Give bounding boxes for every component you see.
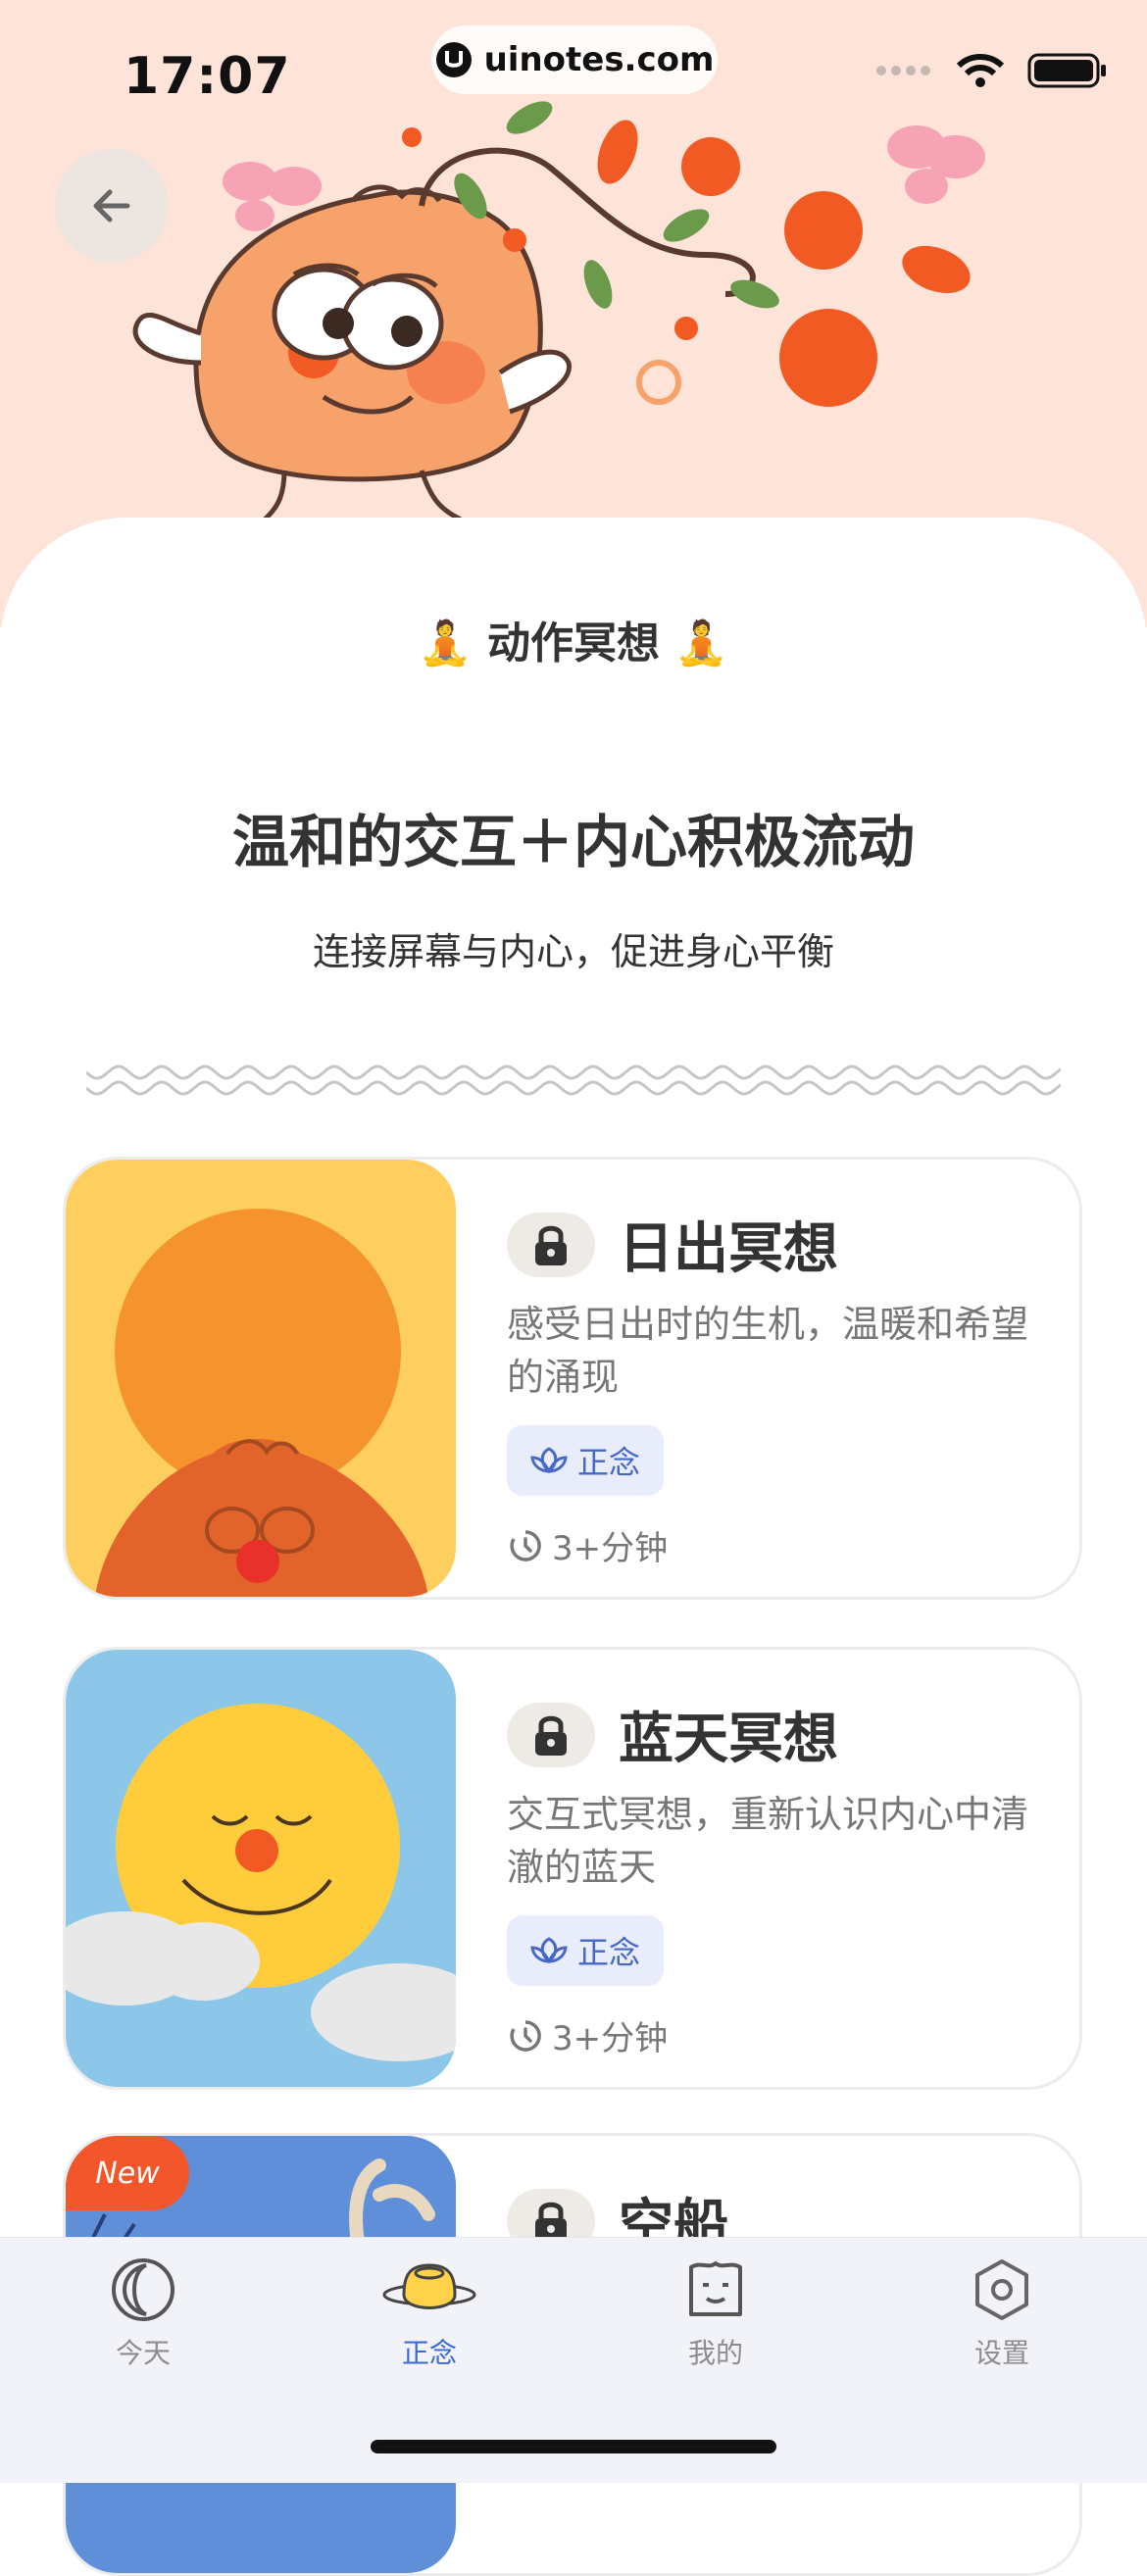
back-button[interactable]: [55, 149, 169, 263]
intro-headline: 温和的交互＋内心积极流动: [231, 809, 915, 875]
tab-settings[interactable]: 设置: [894, 2255, 1110, 2371]
tab-today[interactable]: 今天: [35, 2255, 251, 2371]
tab-label: 正念: [401, 2337, 457, 2369]
tab-label: 设置: [973, 2337, 1029, 2369]
wavy-divider: [86, 1065, 1061, 1096]
gear-icon: [975, 2259, 1028, 2320]
card-body: 日出冥想 感受日出时的生机，温暖和希望的涌现 正念 3+分钟: [507, 1205, 1056, 1569]
tag-label: 正念: [577, 1444, 641, 1481]
card-title: 蓝天冥想: [619, 1708, 838, 1771]
timer-icon: [510, 1529, 541, 1561]
home-indicator: [371, 2440, 776, 2453]
intro-subheadline: 连接屏幕与内心，促进身心平衡: [312, 930, 834, 973]
meditation-card-sunrise[interactable]: 日出冥想 感受日出时的生机，温暖和希望的涌现 正念 3+分钟: [63, 1157, 1082, 1600]
card-description: 交互式冥想，重新认识内心中清澈的蓝天: [507, 1793, 1029, 1889]
duration-label: 3+分钟: [552, 1529, 669, 1568]
lotus-icon: [530, 1447, 568, 1474]
bun-icon: [382, 2263, 476, 2309]
card-title: 日出冥想: [619, 1217, 838, 1281]
tab-label: 今天: [115, 2337, 171, 2369]
lock-icon: [535, 1225, 567, 1265]
duration: 3+分钟: [507, 1521, 1056, 1569]
lock-icon: [535, 1715, 567, 1756]
lock-badge: [507, 1212, 595, 1277]
lotus-icon: [530, 1937, 568, 1964]
site-logo-icon: [435, 42, 472, 77]
url-text: uinotes.com: [483, 40, 715, 79]
arrow-left-icon: [93, 189, 130, 223]
new-badge: New: [66, 2136, 189, 2210]
moon-circle-icon: [112, 2258, 175, 2321]
lock-badge: [507, 1702, 595, 1767]
cellular-signal-icon: [876, 66, 930, 75]
status-bar: 17:07 uinotes.com: [0, 0, 1147, 147]
bluesky-thumbnail: [66, 1650, 456, 2087]
meditation-card-bluesky[interactable]: 蓝天冥想 交互式冥想，重新认识内心中清澈的蓝天 正念 3+分钟: [63, 1647, 1082, 2090]
duration-label: 3+分钟: [552, 2019, 669, 2058]
tab-mine[interactable]: 我的: [608, 2255, 823, 2371]
wifi-icon: [956, 54, 1005, 87]
tab-label: 我的: [687, 2337, 743, 2369]
tag-label: 正念: [577, 1934, 641, 1971]
timer-icon: [510, 2019, 541, 2052]
tab-mindfulness[interactable]: 正念: [322, 2255, 537, 2371]
duration: 3+分钟: [507, 2011, 1056, 2059]
card-body: 蓝天冥想 交互式冥想，重新认识内心中清澈的蓝天 正念 3+分钟: [507, 1695, 1056, 2059]
status-indicators: [874, 51, 1108, 90]
card-description: 感受日出时的生机，温暖和希望的涌现: [507, 1303, 1029, 1399]
mindfulness-tag: 正念: [507, 1915, 665, 1986]
sunrise-thumbnail: [66, 1160, 456, 1597]
section-title: 🧘 动作冥想 🧘: [418, 619, 729, 669]
status-time: 17:07: [124, 47, 291, 106]
battery-icon: [1027, 53, 1106, 88]
mindfulness-tag: 正念: [507, 1425, 665, 1496]
url-pill[interactable]: uinotes.com: [431, 25, 718, 94]
face-square-icon: [689, 2261, 742, 2316]
